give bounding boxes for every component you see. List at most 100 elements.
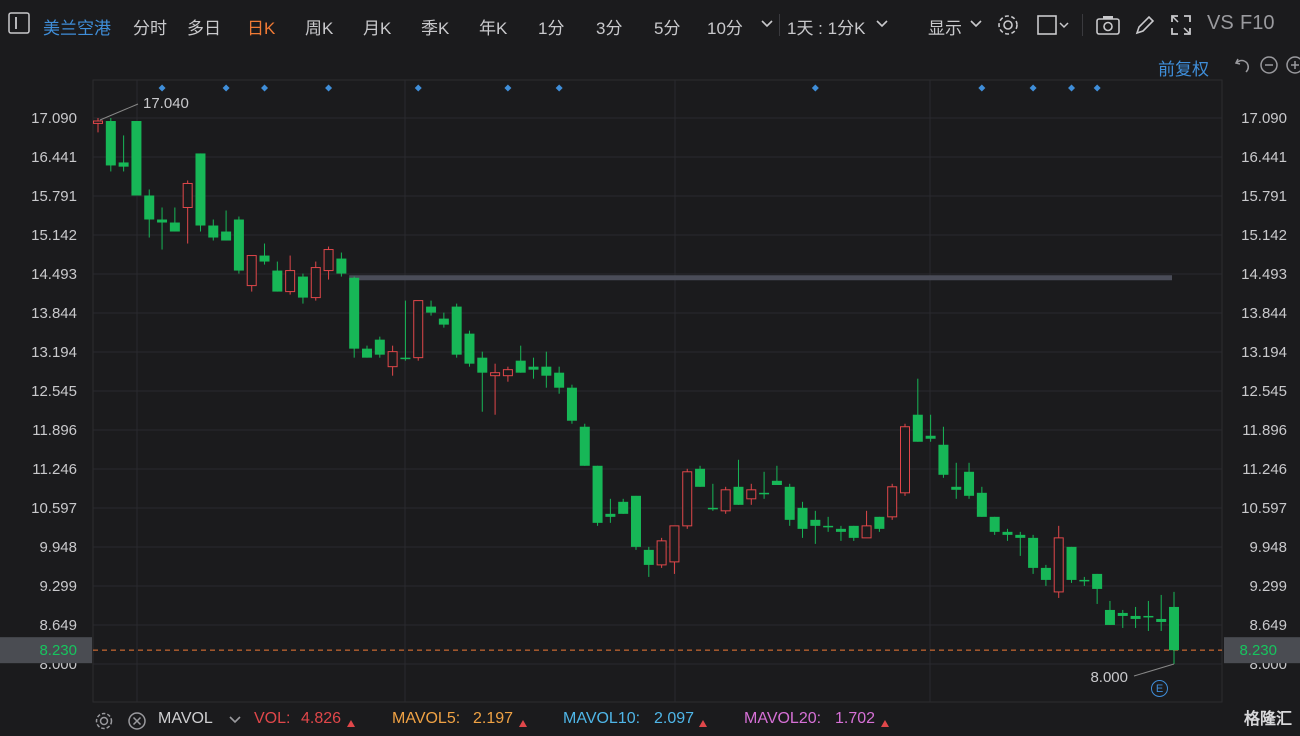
y-tick-label-right: 12.545	[1241, 383, 1287, 400]
candle-body-down	[643, 549, 654, 565]
indicator-close-icon[interactable]	[127, 711, 147, 736]
tab-quarterly-k[interactable]: 季K	[421, 14, 449, 39]
f10-button[interactable]: F10	[1240, 12, 1274, 35]
vol-up-arrow-icon	[346, 716, 356, 734]
candle-body-down	[976, 492, 987, 517]
indicator-chevron-icon[interactable]	[228, 713, 242, 732]
layout-square-icon[interactable]	[1036, 13, 1069, 37]
candle-body-down	[131, 121, 142, 196]
mavol20-label: MAVOL20:	[744, 710, 822, 727]
candle-body-down	[1040, 567, 1051, 580]
candle-body-up	[1053, 537, 1064, 593]
y-tick-label-right: 11.896	[1242, 422, 1287, 439]
indicator-bar: MAVOL VOL: 4.826 MAVOL5: 2.197 MAVOL10: …	[0, 706, 1300, 732]
candle-body-down	[797, 507, 808, 529]
display-chevron-icon[interactable]	[969, 16, 983, 36]
mavol10-up-arrow-icon	[698, 716, 708, 734]
y-tick-label-left: 16.441	[31, 149, 77, 166]
y-tick-label-left: 17.090	[31, 110, 77, 127]
candle-body-up	[387, 351, 398, 368]
event-marker	[1068, 84, 1076, 92]
candle-body-up	[887, 486, 898, 518]
candlestick-chart[interactable]: 17.090 17.090 16.441 16.441 15.791 15.791 15.1…	[0, 50, 1300, 732]
tab-daily-k[interactable]: 日K	[247, 14, 275, 39]
y-tick-label-right: 13.844	[1241, 305, 1287, 322]
settings-gear-icon[interactable]	[996, 13, 1020, 37]
tab-intraday[interactable]: 分时	[133, 14, 167, 39]
candle-body-up	[720, 489, 731, 512]
candle-body-down	[541, 366, 552, 376]
candle-body-up	[746, 489, 757, 500]
event-marker	[555, 84, 563, 92]
y-tick-label-right: 8.649	[1249, 617, 1287, 634]
candle-body-up	[323, 249, 334, 272]
indicator-name[interactable]: MAVOL	[158, 710, 213, 728]
candle-body-down	[925, 435, 936, 439]
mavol5-label: MAVOL5:	[392, 710, 461, 727]
mavol20-value: 1.702	[835, 710, 876, 727]
event-marker	[978, 84, 986, 92]
min-annotation-line	[1133, 663, 1175, 677]
candle-body-down	[1015, 534, 1026, 538]
candle-body-up	[900, 426, 910, 494]
candle-body-down	[1002, 531, 1013, 535]
y-tick-label-left: 15.142	[31, 227, 77, 244]
watermark-logo: 格隆汇	[1244, 705, 1292, 729]
tab-more-chevron-icon[interactable]	[760, 16, 774, 36]
sidebar-toggle-icon[interactable]	[8, 12, 30, 34]
tab-1min[interactable]: 1分	[538, 14, 564, 39]
candle-body-down	[208, 225, 219, 238]
candle-body-up	[285, 270, 296, 293]
tab-yearly-k[interactable]: 年K	[479, 14, 507, 39]
event-badge-label: E	[1155, 683, 1164, 695]
candle-body-up	[93, 120, 103, 124]
candle-body-up	[246, 255, 257, 287]
y-tick-label-left: 13.194	[31, 344, 77, 361]
y-tick-label-left: 14.493	[31, 266, 77, 283]
candle-body-down	[784, 486, 795, 520]
undo-icon[interactable]	[1232, 55, 1252, 80]
candle-body-down	[605, 513, 616, 517]
candle-body-down	[707, 507, 718, 510]
period-select[interactable]: 1天 : 1分K	[787, 14, 865, 39]
pencil-draw-icon[interactable]	[1133, 13, 1157, 37]
indicator-settings-gear-icon[interactable]	[94, 711, 114, 736]
candle-body-up	[310, 267, 321, 299]
candle-body-down	[118, 162, 129, 167]
adjust-button[interactable]: 前复权	[1158, 55, 1209, 80]
candle-body-down	[374, 339, 385, 355]
vs-button[interactable]: VS	[1207, 12, 1234, 35]
candle-body-down	[733, 486, 744, 505]
y-tick-label-left: 11.896	[32, 422, 77, 439]
y-tick-label-right: 11.246	[1242, 461, 1287, 478]
period-chevron-icon[interactable]	[875, 16, 889, 36]
tab-monthly-k[interactable]: 月K	[363, 14, 391, 39]
fullscreen-icon[interactable]	[1169, 13, 1193, 37]
zoom-in-icon[interactable]	[1285, 55, 1300, 80]
candle-body-down	[771, 480, 782, 486]
zoom-out-icon[interactable]	[1259, 55, 1279, 80]
event-badge-icon[interactable]: E	[1151, 680, 1168, 697]
tab-5min[interactable]: 5分	[654, 14, 680, 39]
candle-body-down	[695, 468, 706, 487]
mavol5-value: 2.197	[473, 710, 514, 727]
stock-name[interactable]: 美兰空港	[43, 14, 111, 39]
tab-10min[interactable]: 10分	[707, 14, 743, 39]
candle-body-down	[297, 276, 308, 298]
candle-body-down	[579, 426, 590, 466]
y-tick-label-right: 16.441	[1241, 149, 1287, 166]
tab-weekly-k[interactable]: 周K	[305, 14, 333, 39]
tab-3min[interactable]: 3分	[596, 14, 622, 39]
event-marker	[1093, 84, 1101, 92]
candle-body-up	[502, 369, 513, 377]
y-tick-label-left: 11.246	[32, 461, 77, 478]
candle-body-down	[759, 492, 770, 495]
y-tick-label-left: 9.948	[39, 539, 77, 556]
tab-multiday[interactable]: 多日	[187, 14, 221, 39]
candle-body-down	[157, 219, 168, 223]
max-price-label: 17.040	[143, 95, 189, 112]
candle-body-down	[515, 360, 526, 373]
camera-icon[interactable]	[1095, 13, 1120, 37]
event-marker	[222, 84, 230, 92]
display-button[interactable]: 显示	[928, 14, 962, 39]
